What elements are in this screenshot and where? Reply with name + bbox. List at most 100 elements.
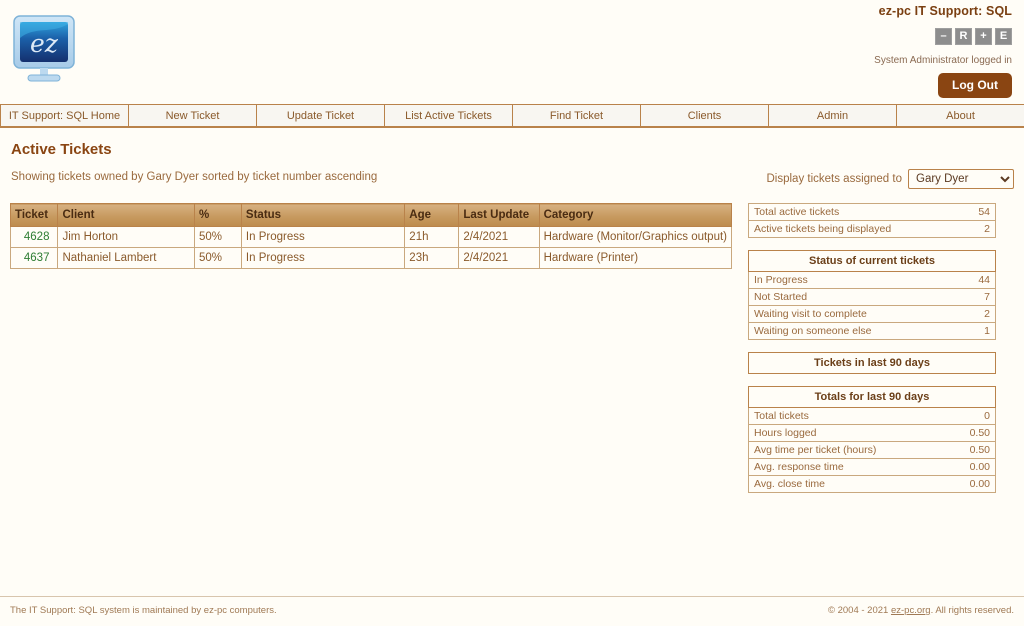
- active-tickets-table: Ticket Client % Status Age Last Update C…: [9, 203, 733, 269]
- stat-label: Not Started: [748, 288, 944, 306]
- stat-label: In Progress: [748, 271, 944, 289]
- stat-value: 2: [943, 220, 996, 238]
- table-row[interactable]: 4637 Nathaniel Lambert 50% In Progress 2…: [9, 247, 733, 269]
- column-header-percent[interactable]: %: [194, 203, 242, 227]
- cell-ticket: 4628: [9, 226, 58, 248]
- nav-item-find-ticket[interactable]: Find Ticket: [513, 105, 641, 126]
- tickets-last-90-days-panel: Tickets in last 90 days: [748, 352, 996, 374]
- table-body: 4628 Jim Horton 50% In Progress 21h 2/4/…: [9, 226, 733, 269]
- footer-copyright: © 2004 - 2021 ez-pc.org. All rights rese…: [828, 605, 1014, 616]
- column-header-last-update[interactable]: Last Update: [458, 203, 540, 227]
- cell-last-update: 2/4/2021: [458, 226, 540, 248]
- stat-label: Active tickets being displayed: [748, 220, 944, 238]
- stat-label: Avg. response time: [748, 458, 944, 476]
- table-header-row: Ticket Client % Status Age Last Update C…: [9, 203, 733, 227]
- nav-item-update-ticket[interactable]: Update Ticket: [257, 105, 385, 126]
- ez-pc-org-link[interactable]: ez-pc.org: [891, 605, 931, 616]
- list-item: Total active tickets 54: [748, 203, 996, 221]
- restore-button[interactable]: R: [955, 28, 972, 45]
- page-footer: The IT Support: SQL system is maintained…: [0, 596, 1024, 626]
- panel-title: Status of current tickets: [748, 250, 996, 272]
- copyright-suffix: . All rights reserved.: [930, 605, 1014, 616]
- list-item: Avg. close time 0.00: [748, 475, 996, 493]
- cell-age: 23h: [404, 247, 459, 269]
- stat-value: 7: [943, 288, 996, 306]
- page-title: Active Tickets: [11, 141, 112, 158]
- monitor-icon: ez: [13, 15, 75, 82]
- page-body: Active Tickets Showing tickets owned by …: [0, 141, 1024, 493]
- stat-value: 0.00: [943, 458, 996, 476]
- statistics-sidebar: Total active tickets 54 Active tickets b…: [748, 203, 996, 505]
- panel-header-row: Totals for last 90 days: [748, 386, 996, 408]
- list-item: Avg. response time 0.00: [748, 458, 996, 476]
- panel-title: Totals for last 90 days: [748, 386, 996, 408]
- stat-value: 0: [943, 407, 996, 425]
- cell-client: Nathaniel Lambert: [57, 247, 195, 269]
- stat-label: Total active tickets: [748, 203, 944, 221]
- totals-table: Totals for last 90 days Total tickets 0 …: [748, 386, 996, 493]
- window-controls: – R + E: [592, 28, 1012, 45]
- list-item: Avg time per ticket (hours) 0.50: [748, 441, 996, 459]
- nav-item-about[interactable]: About: [897, 105, 1024, 126]
- nav-item-home[interactable]: IT Support: SQL Home: [0, 105, 129, 126]
- list-item: Hours logged 0.50: [748, 424, 996, 442]
- list-item: In Progress 44: [748, 271, 996, 289]
- column-header-age[interactable]: Age: [404, 203, 459, 227]
- stat-value: 54: [943, 203, 996, 221]
- ticket-link[interactable]: 4628: [24, 231, 50, 243]
- column-header-category[interactable]: Category: [538, 203, 733, 227]
- ticket-link[interactable]: 4637: [24, 252, 50, 264]
- stat-value: 44: [943, 271, 996, 289]
- list-item: Waiting visit to complete 2: [748, 305, 996, 323]
- list-item: Active tickets being displayed 2: [748, 220, 996, 238]
- cell-last-update: 2/4/2021: [458, 247, 540, 269]
- stat-label: Avg time per ticket (hours): [748, 441, 944, 459]
- column-header-client[interactable]: Client: [57, 203, 195, 227]
- active-counts-panel: Total active tickets 54 Active tickets b…: [748, 203, 996, 238]
- maximize-button[interactable]: +: [975, 28, 992, 45]
- logged-in-status: System Administrator logged in: [874, 55, 1012, 66]
- main-navigation: IT Support: SQL Home New Ticket Update T…: [0, 104, 1024, 128]
- assigned-filter: Display tickets assigned to Gary Dyer: [766, 169, 1014, 189]
- cell-category: Hardware (Monitor/Graphics output): [538, 226, 733, 248]
- stat-value: 0.50: [943, 441, 996, 459]
- status-table: Status of current tickets In Progress 44…: [748, 250, 996, 340]
- cell-status: In Progress: [240, 247, 405, 269]
- column-header-status[interactable]: Status: [240, 203, 405, 227]
- totals-last-90-days-panel: Totals for last 90 days Total tickets 0 …: [748, 386, 996, 493]
- list-item: Total tickets 0: [748, 407, 996, 425]
- page-header: ez ez-pc IT Support: SQL – R + E System …: [0, 0, 1024, 104]
- logo-text: ez: [30, 29, 59, 58]
- nav-item-admin[interactable]: Admin: [769, 105, 897, 126]
- active-tickets-table-container: Ticket Client % Status Age Last Update C…: [9, 203, 733, 269]
- list-item: Not Started 7: [748, 288, 996, 306]
- status-of-current-tickets-panel: Status of current tickets In Progress 44…: [748, 250, 996, 340]
- column-header-ticket[interactable]: Ticket: [9, 203, 58, 227]
- log-out-button[interactable]: Log Out: [938, 73, 1012, 98]
- cell-percent: 50%: [194, 226, 242, 248]
- assigned-user-select[interactable]: Gary Dyer: [908, 169, 1014, 189]
- stat-label: Total tickets: [748, 407, 944, 425]
- stat-label: Hours logged: [748, 424, 944, 442]
- cell-age: 21h: [404, 226, 459, 248]
- copyright-prefix: © 2004 - 2021: [827, 605, 891, 616]
- stat-label: Avg. close time: [748, 475, 944, 493]
- active-counts-table: Total active tickets 54 Active tickets b…: [748, 203, 996, 238]
- nav-item-list-active-tickets[interactable]: List Active Tickets: [385, 105, 513, 126]
- panel-header-row: Status of current tickets: [748, 250, 996, 272]
- nav-item-clients[interactable]: Clients: [641, 105, 769, 126]
- stat-label: Waiting on someone else: [748, 322, 944, 340]
- stat-value: 2: [943, 305, 996, 323]
- ez-pc-logo: ez: [10, 12, 82, 90]
- minimize-button[interactable]: –: [935, 28, 952, 45]
- nav-item-new-ticket[interactable]: New Ticket: [129, 105, 257, 126]
- cell-client: Jim Horton: [57, 226, 195, 248]
- stat-value: 1: [943, 322, 996, 340]
- stat-label: Waiting visit to complete: [748, 305, 944, 323]
- exit-button[interactable]: E: [995, 28, 1012, 45]
- table-row[interactable]: 4628 Jim Horton 50% In Progress 21h 2/4/…: [9, 226, 733, 248]
- assigned-filter-label: Display tickets assigned to: [766, 173, 902, 185]
- cell-category: Hardware (Printer): [538, 247, 733, 269]
- stat-value: 0.00: [943, 475, 996, 493]
- panel-title: Tickets in last 90 days: [748, 352, 996, 374]
